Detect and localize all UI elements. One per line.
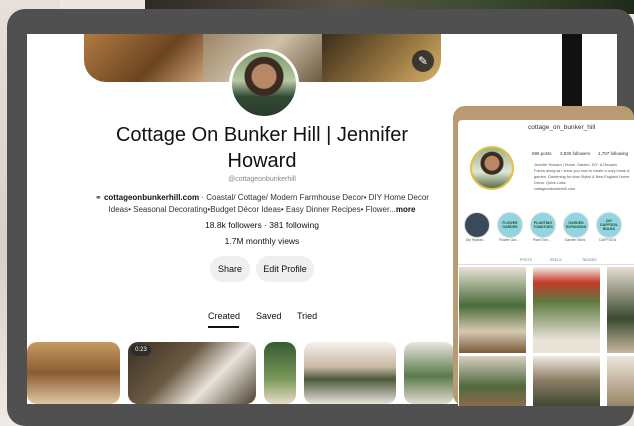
phone-bio-text: Follow along as I show you how to create… [534,169,630,185]
profile-bio: ⚭ cottageonbunkerhill.com · Coastal/ Cot… [77,192,447,216]
story-highlight[interactable]: DIY DAFFODIL BULBS [596,212,622,238]
profile-handle: @cottageonbunkerhill [228,176,296,183]
pin-thumbnail[interactable] [304,342,396,404]
video-duration-badge: 0:23 [131,345,151,356]
website-link[interactable]: cottageonbunkerhill.com [104,193,199,202]
story-highlight[interactable] [464,212,490,238]
phone-tab-posts[interactable]: POSTS [520,258,532,262]
active-tab-indicator [208,326,239,328]
pin-thumbnail[interactable] [27,342,120,404]
phone-avatar [470,146,514,190]
profile-title-line-1: Cottage On Bunker Hill | Jennifer [115,124,408,146]
phone-following-count: 1,797 following [598,151,629,156]
tab-created[interactable]: Created [208,311,240,321]
tab-saved[interactable]: Saved [256,311,282,321]
share-button[interactable]: Share [210,256,250,282]
story-highlight[interactable]: PLANTING TOMATOES [530,212,556,238]
highlight-label: Flower Gar... [498,238,520,242]
tab-tried[interactable]: Tried [297,311,317,321]
bio-line-1: ⚭ cottageonbunkerhill.com · Coastal/ Cot… [77,192,447,204]
phone-post-thumbnail[interactable] [459,267,526,353]
phone-post-thumbnail[interactable] [459,356,526,406]
pin-thumbnail[interactable] [404,342,454,404]
phone-post-thumbnail[interactable] [607,267,634,353]
profile-title: Cottage On Bunker Hill | Jennifer Howard [77,122,447,174]
pin-thumbnail[interactable] [264,342,296,404]
story-highlight[interactable]: GARDEN EXPANSION [563,212,589,238]
phone-posts-count: 586 posts [532,151,552,156]
monthly-views: 1.7M monthly views [224,236,300,246]
profile-title-line-2: Howard [227,150,297,172]
phone-bio: Jennifer Howard | Home, Garden, DIY, & R… [534,162,632,192]
edit-cover-button[interactable]: ✎ [412,50,434,72]
bio-more-link[interactable]: more [396,205,416,214]
phone-post-thumbnail[interactable] [533,356,600,406]
phone-tab-tagged[interactable]: TAGGED [582,258,597,262]
phone-followers-count: 3,830 followers [560,151,591,156]
profile-avatar [229,49,299,119]
highlight-label: DAFFODIL [599,238,617,242]
highlight-label: Garden Work [564,238,586,242]
highlight-label: Diy Hydran... [465,238,487,242]
story-highlight[interactable]: FLOWER GARDEN [497,212,523,238]
pencil-icon: ✎ [417,54,429,68]
phone-tab-reels[interactable]: REELS [550,258,561,262]
bio-line-2: Ideas• Seasonal Decorating•Budget Décor … [77,204,447,216]
phone-post-thumbnail[interactable] [607,356,634,406]
link-icon: ⚭ [95,193,102,202]
edit-profile-button[interactable]: Edit Profile [256,256,314,282]
phone-post-thumbnail[interactable] [533,267,600,353]
bio-text-2: Ideas• Seasonal Decorating•Budget Décor … [108,205,396,214]
follower-counts[interactable]: 18.8k followers · 381 following [77,220,447,230]
cover-image-1 [84,34,203,82]
bio-text-1: · Coastal/ Cottage/ Modern Farmhouse Dec… [201,193,429,202]
highlight-label: Plant Tom... [532,238,552,242]
phone-handle: cottage_on_bunker_hill [528,124,596,131]
phone-bio-link: cottageonbunkerhill.com [534,187,576,191]
phone-post-tabs: POSTS REELS TAGGED [458,256,634,265]
